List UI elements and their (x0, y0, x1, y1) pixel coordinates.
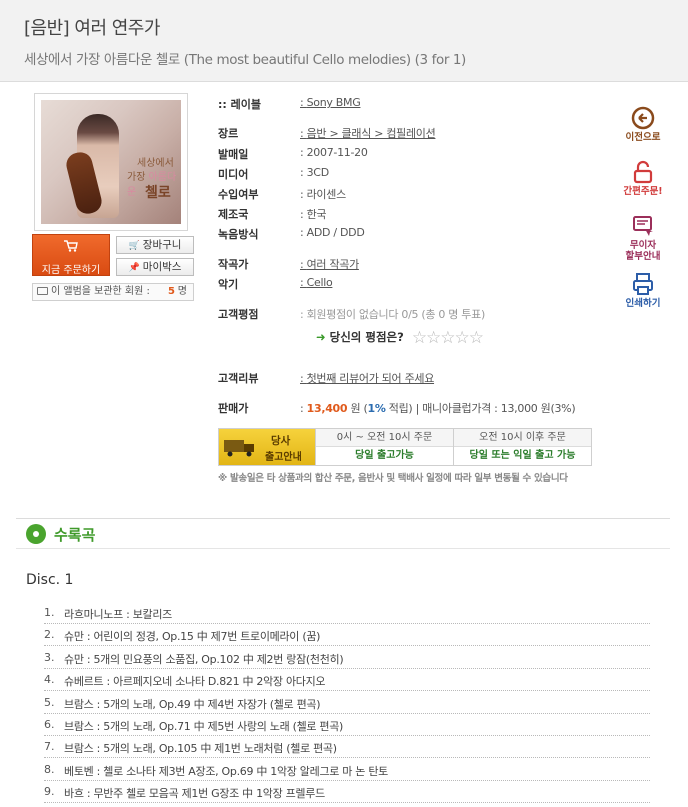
track-name: 라흐마니노프 : 보칼리즈 (64, 608, 172, 621)
track-number: 6. (44, 718, 55, 731)
album-cover-frame[interactable]: 세상에서 가장 아름다운 첼로 (34, 93, 188, 231)
shipping-badge: 당사 출고안내 (219, 429, 315, 465)
sale-price: 13,400 (306, 402, 348, 415)
shipping-note: ※ 발송일은 타 상품과의 합산 주문, 음반사 및 택배사 일정에 따라 일부… (218, 473, 568, 484)
order-now-button[interactable]: 지금 주문하기 (32, 234, 110, 276)
basket-icon: 🛒 (128, 241, 140, 251)
shipping-info-table: 당사 출고안내 0시 ~ 오전 10시 주문 당일 출고가능 오전 10시 이후… (218, 428, 592, 466)
pin-icon: 📌 (128, 263, 140, 273)
track-row[interactable]: 5. 브람스 : 5개의 노래, Op.49 中 제4번 자장가 (첼로 편곡) (44, 692, 650, 714)
section-divider-bottom (16, 548, 670, 549)
star-rating-input[interactable]: ☆☆☆☆☆ (412, 328, 484, 348)
album-cover-image[interactable]: 세상에서 가장 아름다운 첼로 (41, 100, 181, 224)
track-name: 브람스 : 5개의 노래, Op.49 中 제4번 자장가 (첼로 편곡) (64, 697, 321, 711)
label-link[interactable]: Sony BMG (300, 96, 361, 109)
genre-link[interactable]: 음반 > 클래식 > 컴필레이션 (300, 125, 436, 141)
track-name: 슈베르트 : 아르페지오네 소나타 D.821 中 2악장 아다지오 (64, 675, 326, 689)
track-number: 3. (44, 650, 55, 664)
track-name: 슈만 : 어린이의 정경, Op.15 中 제7번 트로이메라이 (꿈) (64, 630, 321, 644)
installment-info-button[interactable]: 무이자 할부안내 (618, 214, 668, 262)
track-row[interactable]: 9. 바흐 : 무반주 첼로 모음곡 제1번 G장조 中 1악장 프렐루드 (44, 781, 650, 804)
track-number: 9. (44, 785, 55, 799)
composer-link[interactable]: 여러 작곡가 (300, 256, 360, 272)
cart-icon (64, 240, 78, 252)
lock-icon (633, 160, 653, 184)
track-row[interactable]: 2. 슈만 : 어린이의 정경, Op.15 中 제7번 트로이메라이 (꿈) (44, 624, 650, 647)
track-number: 2. (44, 628, 55, 642)
card-icon (633, 216, 653, 236)
add-to-cart-button[interactable]: 🛒 장바구니 (116, 236, 194, 254)
shipping-col-later: 오전 10시 이후 주문 당일 또는 익일 출고 가능 (453, 429, 591, 465)
track-name: 베토벤 : 첼로 소나타 제3번 A장조, Op.69 中 1악장 알레그로 마… (64, 764, 388, 778)
back-arrow-icon (631, 106, 655, 130)
saved-members-box: 이 앨범을 보관한 회원 : 5 명 (32, 283, 194, 301)
shipping-col-morning: 0시 ~ 오전 10시 주문 당일 출고가능 (315, 429, 453, 465)
page-subtitle: 세상에서 가장 아름다운 첼로 (The most beautiful Cell… (24, 52, 466, 68)
track-number: 5. (44, 695, 55, 709)
saved-count: 5 (168, 286, 175, 297)
track-row[interactable]: 3. 슈만 : 5개의 민요풍의 소품집, Op.102 中 제2번 랑잠(천천히… (44, 647, 650, 669)
folder-icon (37, 287, 48, 295)
mania-price: 매니아클럽가격 : 13,000 원(3%) (422, 402, 576, 415)
track-row[interactable]: 7. 브람스 : 5개의 노래, Op.105 中 제1번 노래처럼 (첼로 편곡… (44, 736, 650, 759)
print-button[interactable]: 인쇄하기 (618, 272, 668, 309)
track-number: 1. (44, 606, 55, 619)
first-review-link[interactable]: 첫번째 리뷰어가 되어 주세요 (300, 370, 435, 386)
track-row[interactable]: 4. 슈베르트 : 아르페지오네 소나타 D.821 中 2악장 아다지오 (44, 669, 650, 692)
page-header: [음반] 여러 연주가 세상에서 가장 아름다운 첼로 (The most be… (0, 0, 688, 82)
your-rating: ➜ 당신의 평점은? ☆☆☆☆☆ (316, 328, 484, 348)
track-name: 브람스 : 5개의 노래, Op.105 中 제1번 노래처럼 (첼로 편곡) (64, 742, 337, 756)
track-row[interactable]: 1. 라흐마니노프 : 보칼리즈 (44, 602, 650, 624)
cover-text-3: 첼로 (145, 185, 171, 201)
track-name: 슈만 : 5개의 민요풍의 소품집, Op.102 中 제2번 랑잠(천천히) (64, 652, 344, 666)
point-rate: 1% (367, 402, 386, 415)
cover-text-1: 세상에서 (137, 158, 174, 169)
track-number: 8. (44, 762, 55, 776)
track-row[interactable]: 6. 브람스 : 5개의 노래, Op.71 中 제5번 사랑의 노래 (첼로 편… (44, 714, 650, 736)
track-name: 바흐 : 무반주 첼로 모음곡 제1번 G장조 中 1악장 프렐루드 (64, 787, 325, 801)
arrow-right-icon: ➜ (316, 330, 326, 344)
track-name: 브람스 : 5개의 노래, Op.71 中 제5번 사랑의 노래 (첼로 편곡) (64, 720, 344, 733)
truck-icon (224, 440, 254, 457)
go-back-button[interactable]: 이전으로 (618, 106, 668, 143)
page-title: [음반] 여러 연주가 (24, 18, 160, 39)
saved-unit: 명 (177, 286, 187, 297)
track-row[interactable]: 8. 베토벤 : 첼로 소나타 제3번 A장조, Op.69 中 1악장 알레그로… (44, 759, 650, 781)
instrument-link[interactable]: Cello (300, 276, 333, 289)
order-now-label: 지금 주문하기 (41, 265, 101, 276)
printer-icon (633, 273, 653, 295)
disc-icon (26, 524, 46, 544)
tracks-section-title: 수록곡 (54, 526, 96, 544)
disc-title: Disc. 1 (26, 572, 74, 588)
quick-order-button[interactable]: 간편주문! (618, 160, 668, 197)
track-number: 7. (44, 740, 55, 754)
mybox-button[interactable]: 📌 마이박스 (116, 258, 194, 276)
section-divider (16, 518, 670, 519)
track-number: 4. (44, 673, 55, 687)
